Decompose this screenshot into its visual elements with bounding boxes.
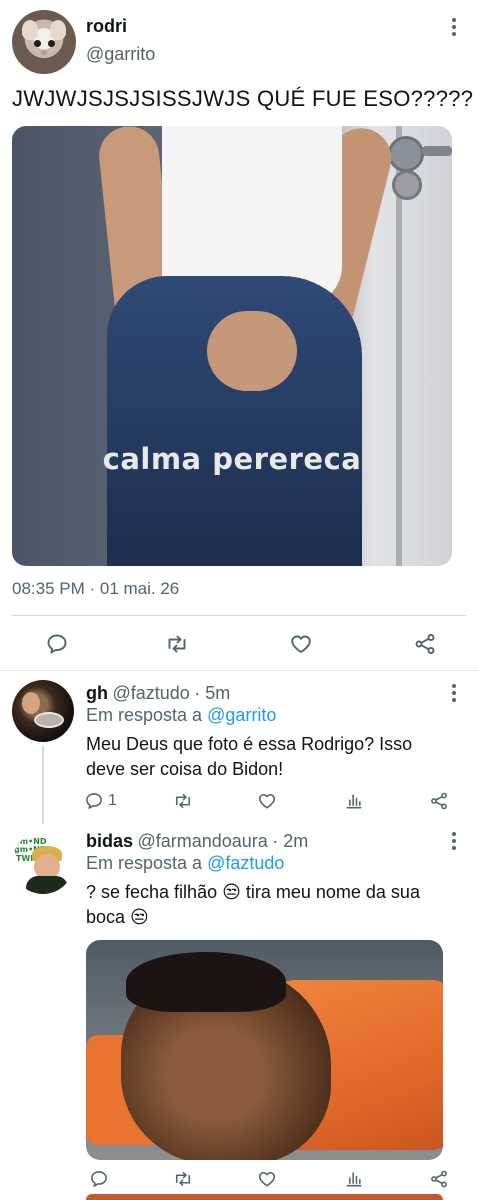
- retweet-button[interactable]: [168, 1164, 198, 1194]
- door-knob-shape: [388, 136, 424, 172]
- like-button[interactable]: [286, 629, 316, 659]
- share-icon: [431, 1170, 447, 1188]
- tweet-text: JWJWJSJSJSISSJWJS QUÉ FUE ESO?????: [12, 86, 474, 111]
- more-options-icon[interactable]: [444, 18, 464, 42]
- avatar-ear-right: [50, 20, 66, 40]
- more-options-icon[interactable]: [444, 832, 464, 856]
- next-media-peek: [86, 1194, 443, 1200]
- reply-header: bidas @farmandoaura · 2m: [86, 831, 308, 852]
- avatar-pan: [34, 712, 64, 728]
- analytics-button[interactable]: [339, 1164, 369, 1194]
- in-reply-to: Em resposta a @garrito: [86, 705, 276, 726]
- analytics-icon: [346, 1172, 362, 1187]
- author-avatar[interactable]: [12, 10, 76, 74]
- like-button[interactable]: [252, 786, 282, 816]
- reply-time: · 5m: [194, 683, 231, 703]
- share-icon: [415, 634, 435, 654]
- reply-button[interactable]: 1: [84, 786, 117, 816]
- reply-button[interactable]: [42, 629, 72, 659]
- avatar-ear-left: [22, 20, 38, 40]
- reply-button[interactable]: [84, 1164, 114, 1194]
- reply-media-image[interactable]: [86, 940, 443, 1160]
- reply-icon: [47, 634, 67, 654]
- avatar-face: [22, 692, 40, 714]
- reply-avatar[interactable]: [12, 680, 74, 742]
- reply-text: Meu Deus que foto é essa Rodrigo? Isso d…: [86, 732, 412, 782]
- reply-icon: [86, 793, 102, 809]
- reply-text-line: ? se fecha filhão 😒 tira meu nome da sua: [86, 882, 420, 902]
- reply-count: 1: [108, 792, 117, 809]
- reply-time: · 2m: [272, 831, 309, 851]
- reply-author-name[interactable]: gh: [86, 683, 108, 703]
- share-button[interactable]: [424, 786, 454, 816]
- avatar-eye-right: [48, 40, 55, 47]
- reply-author-handle[interactable]: @farmandoaura: [137, 831, 267, 851]
- door-lock-shape: [392, 170, 422, 200]
- reply-author-name[interactable]: bidas: [86, 831, 133, 851]
- reply-avatar[interactable]: gm•NDgm•ND TWINK: [12, 832, 74, 894]
- retweet-button[interactable]: [168, 786, 198, 816]
- avatar-body: [26, 876, 68, 894]
- reply-header: gh @faztudo · 5m: [86, 683, 230, 704]
- in-reply-to-link[interactable]: @faztudo: [207, 853, 284, 873]
- author-handle[interactable]: @garrito: [86, 44, 155, 65]
- hair-shape: [126, 952, 286, 1012]
- more-options-icon[interactable]: [444, 684, 464, 708]
- like-button[interactable]: [252, 1164, 282, 1194]
- like-icon: [291, 635, 311, 653]
- reply-text-line: boca 😒: [86, 907, 149, 927]
- divider: [12, 615, 466, 616]
- share-button[interactable]: [424, 1164, 454, 1194]
- reply-author-handle[interactable]: @faztudo: [112, 683, 189, 703]
- section-divider: [0, 670, 479, 671]
- retweet-icon: [168, 635, 186, 653]
- hands-shape: [207, 311, 297, 391]
- in-reply-to: Em resposta a @faztudo: [86, 853, 284, 874]
- reply-text-line: Meu Deus que foto é essa Rodrigo? Isso: [86, 734, 413, 754]
- avatar-eye-left: [34, 40, 41, 47]
- share-button[interactable]: [410, 629, 440, 659]
- tweet-media-image[interactable]: calma perereca: [12, 126, 452, 566]
- tweet-timestamp[interactable]: 08:35 PM · 01 mai. 26: [12, 579, 179, 599]
- like-icon: [258, 1171, 276, 1187]
- in-reply-to-prefix: Em resposta a: [86, 853, 208, 873]
- share-icon: [431, 792, 447, 810]
- author-name[interactable]: rodri: [86, 16, 127, 37]
- reply-text: ? se fecha filhão 😒 tira meu nome da sua…: [86, 880, 420, 930]
- door-handle-shape: [422, 146, 452, 156]
- like-icon: [258, 793, 276, 809]
- reply-text-line: deve ser coisa do Bidon!: [86, 759, 284, 779]
- reply-icon: [91, 1171, 107, 1187]
- analytics-button[interactable]: [339, 786, 369, 816]
- in-reply-to-prefix: Em resposta a: [86, 705, 208, 725]
- retweet-icon: [175, 793, 191, 809]
- retweet-button[interactable]: [162, 629, 192, 659]
- in-reply-to-link[interactable]: @garrito: [207, 705, 276, 725]
- thread-line: [42, 746, 44, 824]
- analytics-icon: [346, 794, 362, 809]
- meme-caption: calma perereca: [102, 442, 362, 476]
- retweet-icon: [175, 1171, 191, 1187]
- avatar-nose: [41, 50, 47, 55]
